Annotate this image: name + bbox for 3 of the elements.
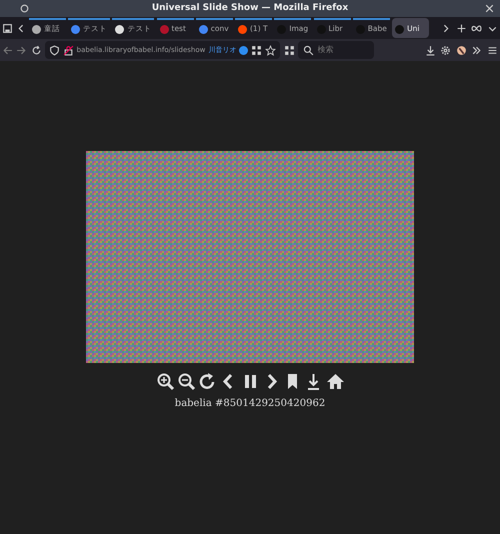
image-caption: babelia #8501429250420962 [174,396,326,410]
window-title: Universal Slide Show — Mozilla Firefox [152,2,348,15]
search-field[interactable]: 検索 [298,41,374,59]
